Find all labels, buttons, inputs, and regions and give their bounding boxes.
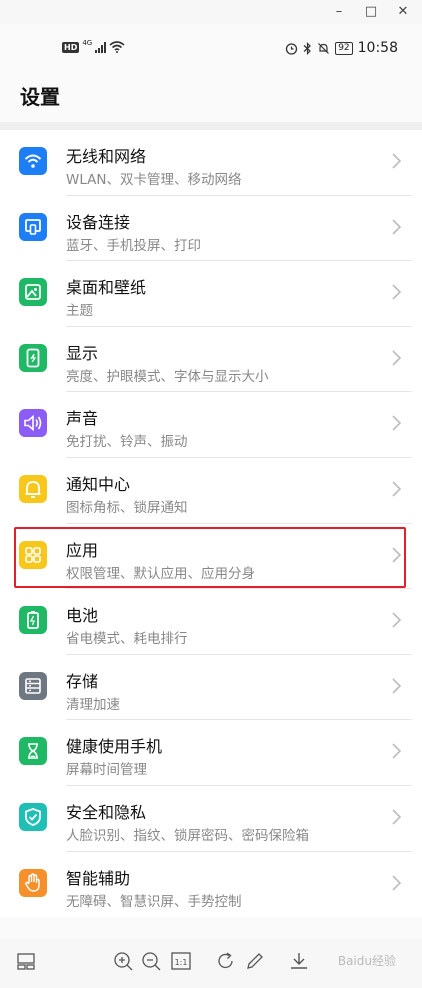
wallpaper-icon [19, 278, 47, 307]
battery-level: 92 [335, 41, 353, 55]
settings-item-title: 安全和隐私 [66, 802, 147, 822]
settings-item-subtitle: 无障碍、智慧识屏、手势控制 [66, 893, 242, 910]
settings-item-title: 智能辅助 [66, 868, 131, 888]
settings-item-subtitle: 主题 [66, 303, 93, 320]
phone-screen: HD 4G 92 10:58 设置 无线和网络 WLAN、双卡管理、移动网络 设… [0, 24, 422, 938]
settings-item-title: 电池 [66, 606, 99, 626]
settings-item-subtitle: 蓝牙、手机投屏、打印 [66, 237, 201, 254]
settings-item-title: 健康使用手机 [66, 737, 163, 757]
chevron-right-icon [392, 612, 402, 628]
settings-item-subtitle: WLAN、双卡管理、移动网络 [66, 172, 242, 188]
close-button[interactable]: ✕ [392, 2, 414, 22]
settings-item[interactable]: 通知中心图标角标、锁屏通知 [0, 458, 422, 524]
chevron-right-icon [392, 153, 402, 169]
settings-item-subtitle: 免打扰、铃声、振动 [66, 434, 188, 451]
rotate-icon[interactable] [215, 950, 237, 972]
download-icon[interactable] [288, 950, 310, 972]
chevron-right-icon [392, 219, 402, 235]
alarm-icon [286, 42, 298, 55]
thumbnail-icon[interactable] [15, 950, 37, 972]
watermark: Baidu经验 [337, 954, 396, 968]
settings-item-title: 设备连接 [66, 212, 131, 232]
hd-badge: HD [62, 41, 80, 53]
chevron-right-icon [392, 678, 402, 694]
settings-item[interactable]: 应用权限管理、默认应用、应用分身 [0, 524, 422, 590]
status-time: 10:58 [357, 40, 398, 56]
chevron-right-icon [392, 809, 402, 825]
settings-item[interactable]: 电池省电模式、耗电排行 [0, 589, 422, 655]
actual-size-label: 1:1 [175, 958, 188, 967]
wifi-status-icon [109, 41, 125, 53]
settings-item-subtitle: 屏幕时间管理 [66, 762, 147, 779]
chevron-right-icon [392, 481, 402, 497]
wifi-icon [19, 147, 47, 175]
signal-icon [95, 41, 107, 53]
viewer-toolbar: 1:1 Baidu经验 [0, 938, 422, 988]
chevron-right-icon [392, 415, 402, 431]
settings-item-title: 显示 [66, 343, 99, 363]
zoom-in-icon[interactable] [112, 950, 134, 972]
settings-item[interactable]: 声音免打扰、铃声、振动 [0, 392, 422, 458]
chevron-right-icon [392, 350, 402, 366]
settings-item-subtitle: 人脸识别、指纹、锁屏密码、密码保险箱 [66, 827, 309, 844]
status-bar: HD 4G 92 10:58 [0, 24, 422, 74]
edit-icon[interactable] [244, 950, 266, 972]
maximize-button[interactable]: □ [360, 2, 382, 22]
zoom-out-icon[interactable] [140, 950, 162, 972]
settings-item-subtitle: 清理加速 [66, 696, 120, 713]
hourglass-icon [19, 737, 47, 766]
section-divider [0, 122, 422, 130]
settings-item[interactable]: 安全和隐私人脸识别、指纹、锁屏密码、密码保险箱 [0, 786, 422, 852]
settings-item[interactable]: 设备连接蓝牙、手机投屏、打印 [0, 196, 422, 262]
sound-icon [19, 409, 47, 438]
settings-item-subtitle: 省电模式、耗电排行 [66, 631, 188, 648]
hand-icon [19, 868, 47, 897]
chevron-right-icon [392, 284, 402, 300]
notification-icon [19, 474, 47, 503]
window-title-bar: – □ ✕ [0, 0, 422, 24]
settings-item-title: 声音 [66, 409, 99, 429]
settings-item-title: 通知中心 [66, 474, 131, 494]
minimize-button[interactable]: – [328, 2, 350, 22]
settings-item-subtitle: 图标角标、锁屏通知 [66, 499, 188, 516]
battery-icon [19, 606, 47, 635]
actual-size-icon[interactable]: 1:1 [170, 950, 192, 972]
display-icon [19, 343, 47, 372]
storage-icon [19, 671, 47, 700]
settings-item[interactable]: 智能辅助无障碍、智慧识屏、手势控制 [0, 852, 422, 918]
settings-item[interactable]: 显示亮度、护眼模式、字体与显示大小 [0, 327, 422, 393]
shield-icon [19, 802, 47, 831]
mute-icon [318, 42, 330, 54]
device-connection-icon [19, 212, 47, 241]
settings-item-title: 存储 [66, 671, 99, 691]
bluetooth-icon [303, 41, 312, 55]
settings-item[interactable]: 桌面和壁纸 主题 [0, 261, 422, 327]
settings-item-subtitle: 权限管理、默认应用、应用分身 [66, 565, 255, 582]
settings-item-title: 桌面和壁纸 [66, 278, 147, 298]
image-viewer-window: – □ ✕ HD 4G 92 10:58 设置 无线和网络 WLAN、双卡管理、… [0, 0, 422, 988]
settings-item[interactable]: 健康使用手机 屏幕时间管理 [0, 720, 422, 786]
apps-icon [19, 540, 47, 569]
chevron-right-icon [392, 546, 402, 563]
settings-item-title: 应用 [66, 540, 99, 560]
settings-item-subtitle: 亮度、护眼模式、字体与显示大小 [66, 368, 269, 385]
settings-item-title: 无线和网络 [66, 147, 147, 166]
chevron-right-icon [392, 874, 402, 891]
settings-item[interactable]: 无线和网络 WLAN、双卡管理、移动网络 [0, 130, 422, 196]
settings-item[interactable]: 存储 清理加速 [0, 655, 422, 721]
chevron-right-icon [392, 743, 402, 759]
network-type-label: 4G [82, 39, 93, 47]
page-title: 设置 [20, 85, 60, 109]
settings-list: 无线和网络 WLAN、双卡管理、移动网络设备连接蓝牙、手机投屏、打印 桌面和壁纸主题… [0, 130, 422, 918]
